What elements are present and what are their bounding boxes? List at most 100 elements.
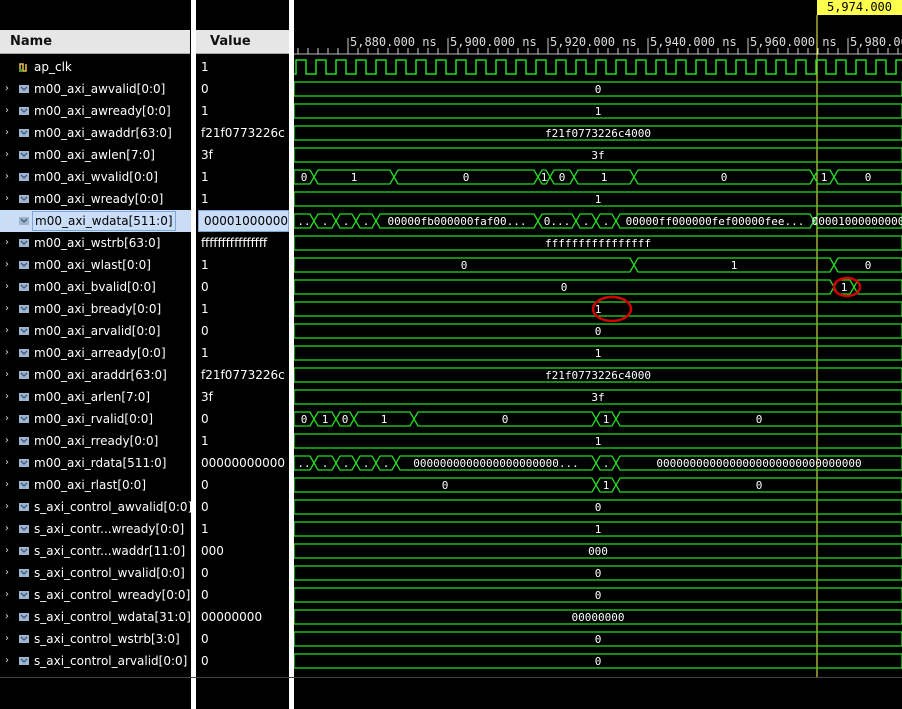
bus-segment-label: 0...: [544, 215, 571, 228]
expand-chevron-icon[interactable]: ›: [5, 100, 9, 122]
signal-row[interactable]: › m00_axi_awlen[7:0]: [0, 144, 191, 166]
expand-chevron-icon[interactable]: ›: [5, 628, 9, 650]
signal-row[interactable]: ap_clk: [0, 56, 191, 78]
expand-chevron-icon[interactable]: ›: [5, 562, 9, 584]
expand-chevron-icon[interactable]: ›: [5, 408, 9, 430]
expand-chevron-icon[interactable]: ›: [5, 342, 9, 364]
expand-chevron-icon[interactable]: ›: [5, 650, 9, 672]
signal-row[interactable]: › m00_axi_bvalid[0:0]: [0, 276, 191, 298]
expand-chevron-icon[interactable]: ›: [5, 122, 9, 144]
bus-segment-label: 1: [603, 413, 610, 426]
expand-chevron-icon[interactable]: ›: [5, 254, 9, 276]
bus-segment-label: .: [322, 215, 329, 228]
expand-chevron-icon[interactable]: ›: [5, 606, 9, 628]
bus-segment-label: 3f: [591, 149, 604, 162]
signal-row[interactable]: › s_axi_control_wstrb[3:0]: [0, 628, 191, 650]
bus-signal-icon: [19, 371, 29, 379]
signal-row[interactable]: › s_axi_control_wready[0:0]: [0, 584, 191, 606]
signal-row[interactable]: › m00_axi_arvalid[0:0]: [0, 320, 191, 342]
bus-signal-icon: [19, 261, 29, 269]
expand-chevron-icon[interactable]: ›: [5, 320, 9, 342]
signal-row[interactable]: › m00_axi_arlen[7:0]: [0, 386, 191, 408]
signal-row[interactable]: › m00_axi_wlast[0:0]: [0, 254, 191, 276]
signal-row[interactable]: › s_axi_control_awvalid[0:0]: [0, 496, 191, 518]
signal-value: 0: [201, 632, 209, 646]
signal-row[interactable]: › m00_axi_araddr[63:0]: [0, 364, 191, 386]
bus-segment-label: 0: [865, 171, 872, 184]
waveform-canvas[interactable]: 5,880.000 ns 5,900.000 ns 5,920.000 ns 5,94…: [294, 0, 902, 709]
signal-row[interactable]: › m00_axi_awaddr[63:0]: [0, 122, 191, 144]
expand-chevron-icon[interactable]: ›: [5, 298, 9, 320]
signal-row[interactable]: › m00_axi_bready[0:0]: [0, 298, 191, 320]
signal-row[interactable]: › m00_axi_rlast[0:0]: [0, 474, 191, 496]
signal-row[interactable]: › s_axi_control_wvalid[0:0]: [0, 562, 191, 584]
expand-chevron-icon[interactable]: ›: [5, 210, 9, 232]
bus-segment-label: 0: [461, 259, 468, 272]
expand-chevron-icon[interactable]: ›: [5, 364, 9, 386]
expand-chevron-icon[interactable]: ›: [5, 166, 9, 188]
signal-value-row[interactable]: 00001000000: [198, 210, 289, 232]
signal-name: m00_axi_awready[0:0]: [34, 104, 171, 118]
cursor-time-marker[interactable]: 5,974.000 ns: [817, 0, 902, 29]
bus-segment-label: .: [322, 457, 329, 470]
bus-segment-label: 1: [821, 171, 828, 184]
value-column-header[interactable]: Value: [196, 30, 289, 54]
expand-chevron-icon[interactable]: ›: [5, 518, 9, 540]
bus-segment-label: 0: [595, 589, 602, 602]
signal-value: 0: [201, 412, 209, 426]
signal-name: m00_axi_awvalid[0:0]: [34, 82, 166, 96]
signal-name: m00_axi_arlen[7:0]: [34, 390, 151, 404]
expand-chevron-icon[interactable]: ›: [5, 188, 9, 210]
expand-chevron-icon[interactable]: ›: [5, 452, 9, 474]
bus-segment-label: ..: [297, 457, 310, 470]
bus-segment-label: 1: [603, 479, 610, 492]
bus-signal-icon: [19, 415, 29, 423]
bus-segment-label: 000: [588, 545, 608, 558]
bus-segment-label: 1: [595, 105, 602, 118]
clock-signal-icon: [19, 63, 27, 72]
signal-row[interactable]: › m00_axi_wready[0:0]: [0, 188, 191, 210]
signal-name: m00_axi_wlast[0:0]: [34, 258, 151, 272]
expand-chevron-icon[interactable]: ›: [5, 430, 9, 452]
signal-name: m00_axi_rlast[0:0]: [34, 478, 147, 492]
expand-chevron-icon[interactable]: ›: [5, 540, 9, 562]
signal-row[interactable]: › s_axi_contr...waddr[11:0]: [0, 540, 191, 562]
signal-row[interactable]: › m00_axi_wdata[511:0]: [0, 210, 191, 232]
signal-row[interactable]: › m00_axi_rready[0:0]: [0, 430, 191, 452]
signal-row[interactable]: › m00_axi_rdata[511:0]: [0, 452, 191, 474]
signal-row[interactable]: › m00_axi_arready[0:0]: [0, 342, 191, 364]
signal-row[interactable]: › m00_axi_wstrb[63:0]: [0, 232, 191, 254]
bus-segment-label: 0: [595, 567, 602, 580]
expand-chevron-icon[interactable]: ›: [5, 78, 9, 100]
expand-chevron-icon[interactable]: ›: [5, 496, 9, 518]
signal-value: 00001000000: [204, 214, 288, 228]
bus-segment-label: .: [363, 215, 370, 228]
signal-value: 1: [201, 60, 209, 74]
expand-chevron-icon[interactable]: ›: [5, 232, 9, 254]
expand-chevron-icon[interactable]: ›: [5, 584, 9, 606]
signal-value: f21f0773226c: [201, 126, 285, 140]
bus-segment-label: .: [343, 215, 350, 228]
bus-signal-icon: [19, 393, 29, 401]
signal-row[interactable]: › s_axi_control_arvalid[0:0]: [0, 650, 191, 672]
signal-value: 1: [201, 192, 209, 206]
signal-name: m00_axi_wstrb[63:0]: [34, 236, 161, 250]
expand-chevron-icon[interactable]: ›: [5, 386, 9, 408]
signal-row[interactable]: › m00_axi_awready[0:0]: [0, 100, 191, 122]
signal-name: m00_axi_araddr[63:0]: [34, 368, 167, 382]
expand-chevron-icon[interactable]: ›: [5, 144, 9, 166]
signal-name: m00_axi_awaddr[63:0]: [34, 126, 172, 140]
signal-row[interactable]: › s_axi_contr...wready[0:0]: [0, 518, 191, 540]
signal-row[interactable]: › m00_axi_awvalid[0:0]: [0, 78, 191, 100]
timeline-tick-label: 5,960.000 ns: [750, 35, 837, 49]
expand-chevron-icon[interactable]: ›: [5, 276, 9, 298]
signal-value: 1: [201, 302, 209, 316]
signal-row[interactable]: › m00_axi_rvalid[0:0]: [0, 408, 191, 430]
bus-segment-label: .: [383, 457, 390, 470]
expand-chevron-icon[interactable]: ›: [5, 474, 9, 496]
signal-row[interactable]: › s_axi_control_wdata[31:0]: [0, 606, 191, 628]
signal-row[interactable]: › m00_axi_wvalid[0:0]: [0, 166, 191, 188]
name-column-header[interactable]: Name: [0, 30, 190, 54]
bus-signal-icon: [19, 107, 29, 115]
signal-value: 1: [201, 170, 209, 184]
